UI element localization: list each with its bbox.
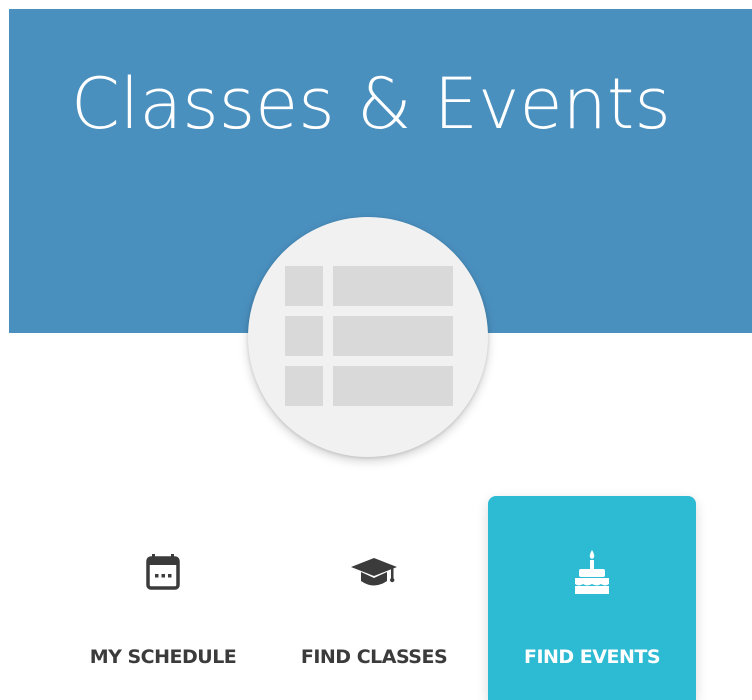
tab-find-events[interactable]: FIND EVENTS	[488, 496, 696, 700]
tab-my-schedule-label: MY SCHEDULE	[89, 646, 237, 668]
table-list-placeholder-icon	[285, 266, 453, 406]
page-title: Classes & Events	[71, 63, 671, 145]
page: Classes & Events MY SCHEDULE FIND CLASSE…	[0, 0, 752, 700]
tab-my-schedule[interactable]: MY SCHEDULE	[59, 496, 267, 700]
tab-find-classes[interactable]: FIND CLASSES	[270, 496, 478, 700]
tab-find-classes-label: FIND CLASSES	[300, 646, 448, 668]
calendar-icon	[59, 546, 267, 598]
avatar	[248, 217, 488, 457]
graduation-cap-icon	[270, 546, 478, 598]
nav-tabs: MY SCHEDULE FIND CLASSES FIND EVENTS	[0, 496, 752, 700]
tab-find-events-label: FIND EVENTS	[523, 646, 661, 668]
birthday-cake-icon	[488, 546, 696, 598]
